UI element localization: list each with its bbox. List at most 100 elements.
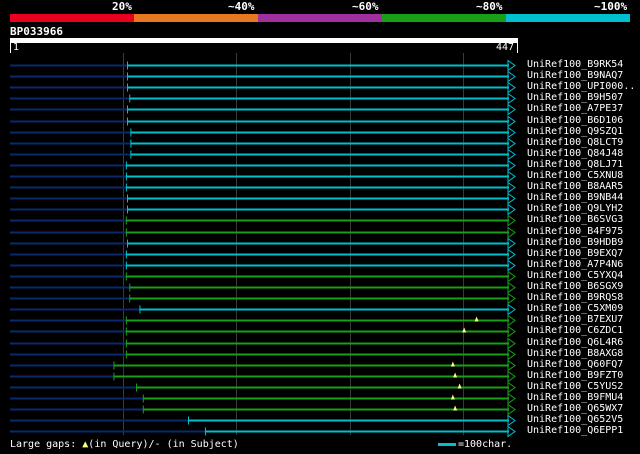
hit-row[interactable]	[10, 314, 516, 327]
hit-row[interactable]	[10, 192, 516, 205]
hit-row[interactable]	[10, 181, 516, 194]
hit-label[interactable]: UniRef100_C5YUS2	[527, 381, 623, 392]
hit-label[interactable]: UniRef100_Q9SZQ1	[527, 126, 623, 137]
hit-row[interactable]	[10, 392, 516, 405]
hit-end-arrow-icon	[507, 248, 516, 261]
hit-label[interactable]: UniRef100_B7EXU7	[527, 314, 623, 325]
hit-row[interactable]	[10, 425, 516, 438]
hit-end-arrow-icon	[507, 137, 516, 150]
hit-row[interactable]	[10, 359, 516, 372]
hit-label[interactable]: UniRef100_B9H507	[527, 92, 623, 103]
hit-end-arrow-icon	[507, 370, 516, 383]
hit-label[interactable]: UniRef100_B9HDB9	[527, 237, 623, 248]
hit-label[interactable]: UniRef100_C5XM09	[527, 303, 623, 314]
hit-label[interactable]: UniRef100_B9RK54	[527, 59, 623, 70]
query-gap-marker-icon	[474, 316, 479, 322]
hit-label[interactable]: UniRef100_B9FMU4	[527, 392, 623, 403]
hit-label[interactable]: UniRef100_Q6EPP1	[527, 425, 623, 436]
hit-label[interactable]: UniRef100_B6SVG3	[527, 214, 623, 225]
hit-label[interactable]: UniRef100_UPI000..	[527, 81, 635, 92]
hit-row[interactable]	[10, 126, 516, 139]
hit-row[interactable]	[10, 292, 516, 305]
hit-row[interactable]	[10, 303, 516, 316]
hit-label[interactable]: UniRef100_B8AXG8	[527, 348, 623, 359]
hit-end-arrow-icon	[507, 70, 516, 83]
hit-end-arrow-icon	[507, 92, 516, 105]
hit-row[interactable]	[10, 237, 516, 250]
hit-end-arrow-icon	[507, 259, 516, 272]
hit-label[interactable]: UniRef100_B6D106	[527, 115, 623, 126]
gaps-legend: Large gaps: ▲(in Query)/- (in Subject)	[10, 439, 239, 451]
hit-label[interactable]: UniRef100_B6SGX9	[527, 281, 623, 292]
hit-row[interactable]	[10, 337, 516, 350]
hit-row[interactable]	[10, 381, 516, 394]
hit-end-arrow-icon	[507, 59, 516, 72]
hit-row[interactable]	[10, 325, 516, 338]
hit-row[interactable]	[10, 159, 516, 172]
hit-row[interactable]	[10, 403, 516, 416]
hit-end-arrow-icon	[507, 303, 516, 316]
hit-row[interactable]	[10, 414, 516, 427]
gaps-query-label: (in Query)/	[88, 439, 155, 450]
hit-end-arrow-icon	[507, 314, 516, 327]
hit-row[interactable]	[10, 281, 516, 294]
hit-label[interactable]: UniRef100_A7PE37	[527, 103, 623, 114]
hit-label[interactable]: UniRef100_Q8LJ71	[527, 159, 623, 170]
hit-label[interactable]: UniRef100_Q652V5	[527, 414, 623, 425]
hit-row[interactable]	[10, 115, 516, 128]
hit-end-arrow-icon	[507, 359, 516, 372]
hit-label[interactable]: UniRef100_C5XNU8	[527, 170, 623, 181]
hit-row[interactable]	[10, 270, 516, 283]
hit-end-arrow-icon	[507, 403, 516, 416]
hit-label[interactable]: UniRef100_Q84J48	[527, 148, 623, 159]
hit-row[interactable]	[10, 81, 516, 94]
hit-row[interactable]	[10, 59, 516, 72]
hit-label[interactable]: UniRef100_B8AAR5	[527, 181, 623, 192]
hit-label[interactable]: UniRef100_Q9LYH2	[527, 203, 623, 214]
scale-label: =100char.	[458, 439, 513, 450]
hit-row[interactable]	[10, 92, 516, 105]
hit-end-arrow-icon	[507, 425, 516, 438]
scale-bar-icon	[438, 442, 456, 446]
hit-row[interactable]	[10, 103, 516, 116]
hit-end-arrow-icon	[507, 392, 516, 405]
hit-end-arrow-icon	[507, 181, 516, 194]
hit-label[interactable]: UniRef100_C5YXQ4	[527, 270, 623, 281]
hit-label[interactable]: UniRef100_B4F975	[527, 226, 623, 237]
hit-end-arrow-icon	[507, 103, 516, 116]
hit-row[interactable]	[10, 348, 516, 361]
hit-end-arrow-icon	[507, 115, 516, 128]
hit-row[interactable]	[10, 226, 516, 239]
hit-end-arrow-icon	[507, 381, 516, 394]
hit-row[interactable]	[10, 137, 516, 150]
hit-label[interactable]: UniRef100_Q65WX7	[527, 403, 623, 414]
hit-label[interactable]: UniRef100_B9NB44	[527, 192, 623, 203]
hit-row[interactable]	[10, 70, 516, 83]
hit-end-arrow-icon	[507, 270, 516, 283]
hit-end-arrow-icon	[507, 214, 516, 227]
hit-row[interactable]	[10, 248, 516, 261]
hit-row[interactable]	[10, 170, 516, 183]
hit-end-arrow-icon	[507, 170, 516, 183]
hit-label[interactable]: UniRef100_B9EXQ7	[527, 248, 623, 259]
hit-label[interactable]: UniRef100_B9RQS8	[527, 292, 623, 303]
hit-label[interactable]: UniRef100_A7P4N6	[527, 259, 623, 270]
hit-label[interactable]: UniRef100_Q6L4R6	[527, 337, 623, 348]
hit-end-arrow-icon	[507, 226, 516, 239]
gaps-subject-label: - (in Subject)	[154, 439, 239, 450]
hit-label[interactable]: UniRef100_B9FZT0	[527, 370, 623, 381]
query-gap-marker-icon	[450, 361, 455, 367]
query-gap-marker-icon	[457, 383, 462, 389]
hit-end-arrow-icon	[507, 414, 516, 427]
hit-row[interactable]	[10, 370, 516, 383]
hit-label[interactable]: UniRef100_Q8LCT9	[527, 137, 623, 148]
hit-row[interactable]	[10, 203, 516, 216]
hit-row[interactable]	[10, 259, 516, 272]
query-gap-marker-icon	[453, 372, 458, 378]
hit-label[interactable]: UniRef100_B9NAQ7	[527, 70, 623, 81]
scale-legend: =100char.	[438, 439, 512, 451]
hit-row[interactable]	[10, 148, 516, 161]
hit-label[interactable]: UniRef100_Q60FQ7	[527, 359, 623, 370]
hit-row[interactable]	[10, 214, 516, 227]
hit-label[interactable]: UniRef100_C6ZDC1	[527, 325, 623, 336]
